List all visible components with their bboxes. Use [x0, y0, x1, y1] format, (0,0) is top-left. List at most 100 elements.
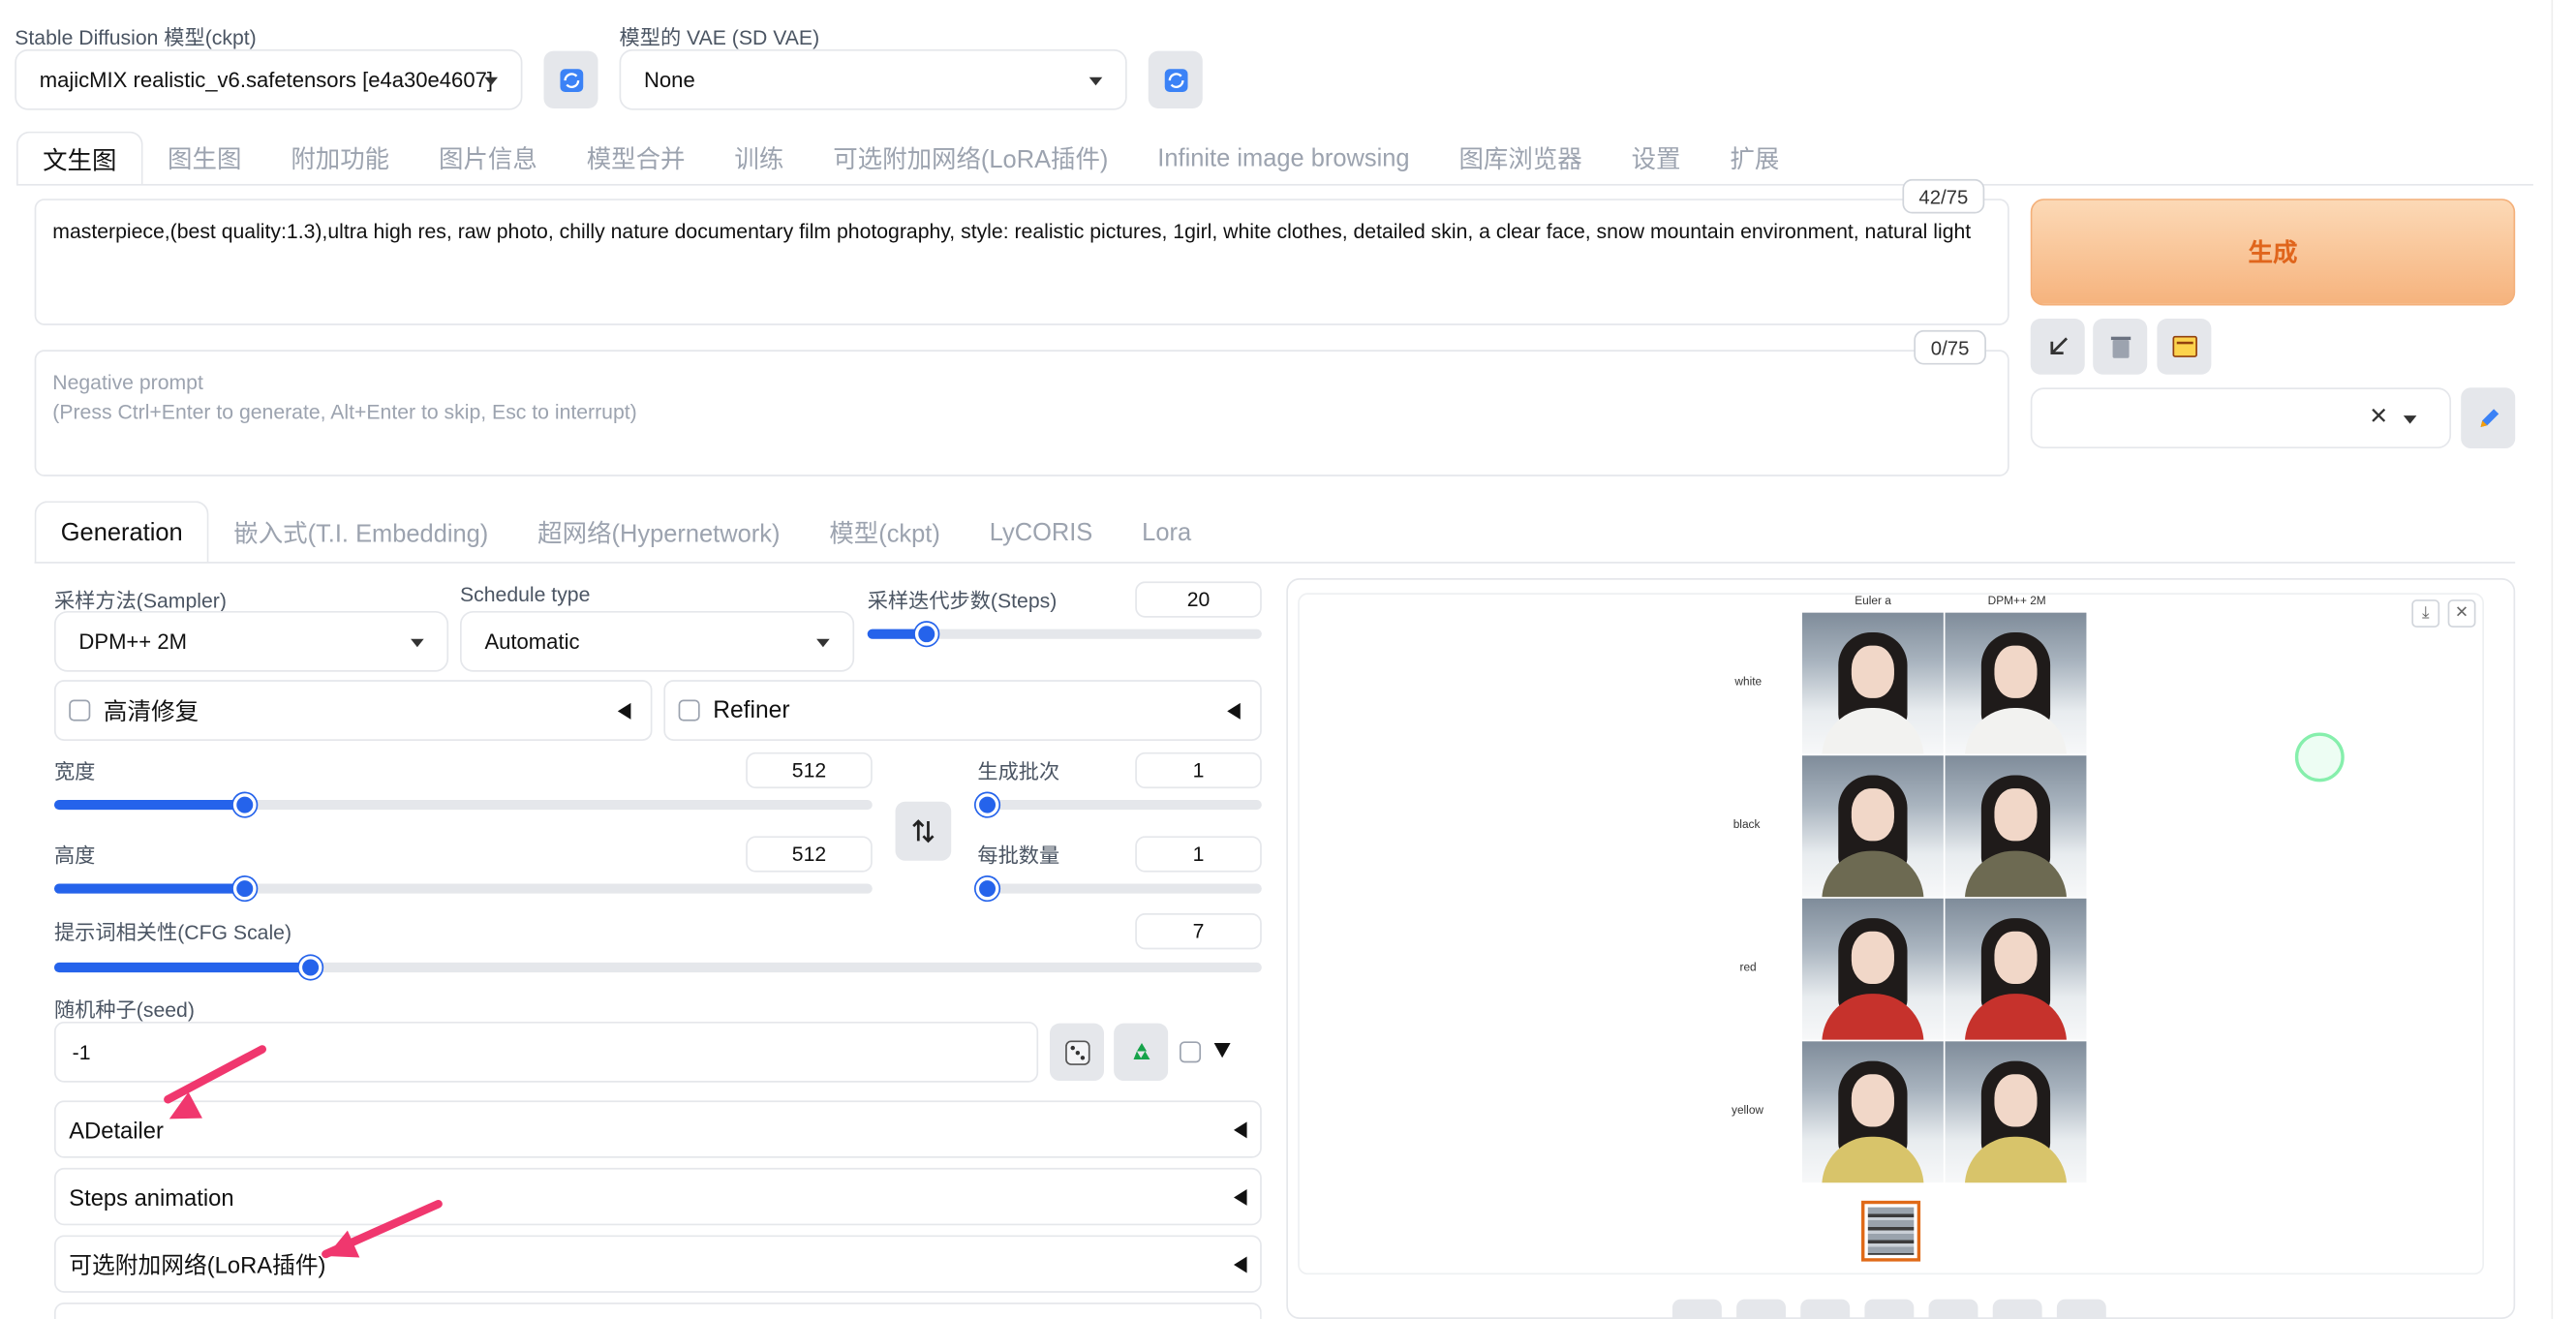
tab-hypernetwork[interactable]: 超网络(Hypernetwork) — [513, 501, 805, 563]
close-icon[interactable]: ✕ — [2447, 599, 2476, 628]
refiner-checkbox[interactable] — [678, 699, 700, 721]
download-icon[interactable]: ⤓ — [2411, 599, 2440, 628]
random-seed-button[interactable] — [1049, 1023, 1104, 1082]
batch-count-input[interactable]: 1 — [1135, 752, 1262, 789]
prompt-token-counter: 42/75 — [1902, 178, 1985, 214]
tab-png-info[interactable]: 图片信息 — [414, 132, 563, 186]
xy-grid-image[interactable] — [1801, 612, 2087, 1183]
prompt-textarea[interactable]: masterpiece,(best quality:1.3),ultra hig… — [34, 199, 2009, 325]
tab-extensions[interactable]: 扩展 — [1705, 132, 1804, 186]
refresh-model-button[interactable] — [543, 50, 598, 108]
reuse-seed-button[interactable] — [1114, 1023, 1169, 1082]
batch-count-slider[interactable] — [975, 793, 1262, 816]
tab-checkpoints[interactable]: 模型(ckpt) — [805, 501, 965, 563]
dice-icon — [1064, 1039, 1089, 1065]
vae-label: 模型的 VAE (SD VAE) — [619, 26, 820, 49]
steps-input[interactable]: 20 — [1135, 581, 1262, 618]
tab-extras[interactable]: 附加功能 — [266, 132, 414, 186]
vae-value: None — [643, 67, 695, 92]
model-select[interactable]: majicMIX realistic_v6.safetensors [e4a30… — [15, 48, 523, 110]
extra-networks-button[interactable] — [2157, 319, 2212, 375]
toolbar-button[interactable] — [1992, 1299, 2042, 1319]
height-slider-thumb[interactable] — [232, 876, 257, 901]
cfg-input[interactable]: 7 — [1135, 913, 1262, 950]
schedule-select[interactable]: Automatic — [459, 610, 855, 672]
hires-fix-checkbox[interactable] — [69, 699, 91, 721]
toolbar-button[interactable] — [1864, 1299, 1915, 1319]
grid-col-label: DPM++ 2M — [1987, 596, 2046, 608]
refresh-vae-button[interactable] — [1148, 50, 1203, 108]
height-input[interactable]: 512 — [746, 836, 873, 873]
negative-placeholder-1: Negative prompt — [52, 371, 203, 395]
styles-dropdown[interactable]: ✕ — [2030, 387, 2452, 449]
scrollbar[interactable] — [2551, 0, 2576, 1319]
schedule-value: Automatic — [484, 629, 580, 655]
model-value: majicMIX realistic_v6.safetensors [e4a30… — [39, 67, 493, 92]
tab-additional-networks[interactable]: 可选附加网络(LoRA插件) — [809, 132, 1133, 186]
tab-settings[interactable]: 设置 — [1607, 132, 1705, 186]
card-icon — [2171, 335, 2197, 357]
lora-accordion[interactable]: 可选附加网络(LoRA插件) — [53, 1235, 1262, 1293]
tab-train[interactable]: 训练 — [710, 132, 809, 186]
subtab-divider — [34, 562, 2516, 564]
toolbar-button[interactable] — [1671, 1299, 1722, 1319]
swap-icon — [912, 819, 935, 844]
schedule-label: Schedule type — [459, 583, 591, 606]
grid-cell-portrait — [1801, 612, 1944, 754]
cfg-slider-thumb[interactable] — [298, 956, 322, 979]
sub-tabs: Generation 嵌入式(T.I. Embedding) 超网络(Hyper… — [34, 501, 1216, 564]
tab-img2img[interactable]: 图生图 — [143, 132, 266, 186]
width-slider-thumb[interactable] — [232, 793, 257, 816]
refiner-accordion[interactable]: Refiner — [663, 680, 1262, 741]
swap-dimensions-button[interactable] — [895, 801, 952, 861]
batch-size-slider-thumb[interactable] — [975, 876, 999, 901]
toolbar-button[interactable] — [1800, 1299, 1851, 1319]
tab-lora[interactable]: Lora — [1118, 501, 1216, 563]
tab-generation[interactable]: Generation — [34, 501, 209, 564]
extra-seed-checkbox[interactable] — [1180, 1041, 1202, 1063]
tab-textual-inversion[interactable]: 嵌入式(T.I. Embedding) — [209, 501, 513, 563]
grid-cell-portrait — [1945, 612, 2087, 754]
edit-styles-button[interactable] — [2461, 387, 2516, 449]
extra-seed-toggle-icon[interactable] — [1213, 1043, 1231, 1058]
height-slider[interactable] — [53, 876, 873, 901]
collapse-icon — [1233, 1255, 1247, 1273]
generate-button[interactable]: 生成 — [2030, 199, 2516, 306]
vae-select[interactable]: None — [619, 48, 1127, 110]
arrow-down-left-icon — [2049, 337, 2068, 355]
negative-prompt-textarea[interactable]: Negative prompt (Press Ctrl+Enter to gen… — [34, 350, 2009, 476]
read-params-button[interactable] — [2030, 319, 2085, 375]
steps-slider-thumb[interactable] — [914, 622, 938, 646]
tab-image-browser[interactable]: 图库浏览器 — [1434, 132, 1607, 186]
grid-row-label: white — [1734, 676, 1763, 689]
toolbar-button[interactable] — [1736, 1299, 1786, 1319]
grid-cell-portrait — [1801, 755, 1944, 898]
close-icon[interactable]: ✕ — [2369, 403, 2388, 431]
clear-prompt-button[interactable] — [2093, 319, 2148, 375]
tab-divider — [15, 183, 2533, 186]
tab-infinite-image-browsing[interactable]: Infinite image browsing — [1133, 132, 1434, 186]
chevron-down-icon[interactable] — [2403, 415, 2417, 424]
grid-col-label: Euler a — [1855, 596, 1891, 608]
grid-row-label: red — [1739, 962, 1757, 974]
toolbar-button[interactable] — [1928, 1299, 1978, 1319]
toolbar-button[interactable] — [2056, 1299, 2106, 1319]
tab-txt2img[interactable]: 文生图 — [15, 131, 143, 186]
tab-lycoris[interactable]: LyCORIS — [965, 501, 1117, 563]
cfg-slider[interactable] — [53, 956, 1262, 979]
width-slider[interactable] — [53, 793, 873, 816]
negative-placeholder-2: (Press Ctrl+Enter to generate, Alt+Enter… — [52, 400, 637, 424]
batch-size-slider[interactable] — [975, 876, 1262, 901]
batch-size-input[interactable]: 1 — [1135, 836, 1262, 873]
refresh-icon — [559, 68, 583, 92]
refiner-label: Refiner — [713, 696, 790, 724]
hires-fix-accordion[interactable]: 高清修复 — [53, 680, 653, 741]
gallery-thumbnail[interactable] — [1861, 1200, 1921, 1262]
steps-animation-accordion[interactable]: Steps animation — [53, 1167, 1262, 1226]
tab-checkpoint-merger[interactable]: 模型合并 — [562, 132, 710, 186]
steps-slider[interactable] — [867, 622, 1262, 646]
sampler-select[interactable]: DPM++ 2M — [53, 610, 449, 672]
width-input[interactable]: 512 — [746, 752, 873, 789]
grid-cell-portrait — [1945, 1041, 2087, 1183]
batch-count-slider-thumb[interactable] — [975, 793, 999, 816]
